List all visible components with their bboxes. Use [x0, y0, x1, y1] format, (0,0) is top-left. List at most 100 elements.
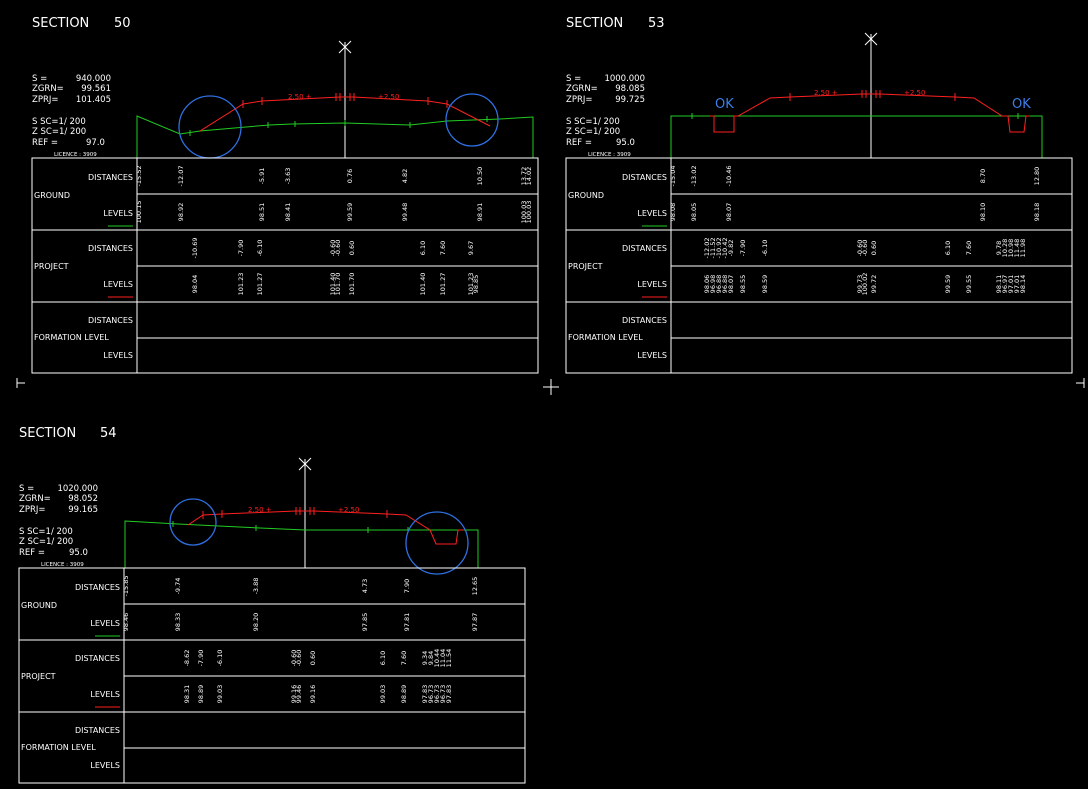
project-level-value: 101.27 — [256, 273, 264, 296]
s-label: S = — [19, 484, 34, 494]
project-levels-values: 98.0696.9896.8896.8898.07 98.55 98.59 99.73… — [703, 273, 1027, 296]
licence-text: LICENCE : 3909 — [41, 562, 84, 568]
project-level-value: 98.31 — [183, 685, 191, 704]
markup-circle-left — [178, 95, 242, 159]
row-label-formation-distances: DISTANCES — [75, 726, 120, 735]
ground-distance-value: 12.80 — [1033, 167, 1041, 186]
licence-text: LICENCE : 3909 — [54, 152, 97, 158]
group-label-project: PROJECT — [21, 672, 56, 681]
project-level-value: 99.03 — [379, 685, 387, 704]
ground-levels-values: 98.08 98.05 98.07 98.10 98.18 — [669, 203, 1041, 222]
project-line — [710, 93, 1030, 133]
section-info-block: S = 1000.000 ZGRN= 98.085 ZPRJ= 99.725 S… — [566, 74, 645, 158]
project-distance-value: 0.60 — [348, 241, 356, 255]
row-label-ground-levels: LEVELS — [90, 619, 120, 628]
ground-level-value: 100.15 — [135, 201, 143, 224]
group-label-formation: FORMATION LEVEL — [21, 743, 96, 752]
group-label-ground: GROUND — [34, 191, 70, 200]
ground-level-value: 99.48 — [401, 203, 409, 222]
ground-level-value: 98.91 — [476, 203, 484, 222]
row-label-ground-distances: DISTANCES — [622, 173, 667, 182]
slope-label-left: 2.50 + — [288, 93, 312, 101]
ground-distance-value: 12.65 — [471, 577, 479, 596]
project-level-value: 99.72 — [870, 275, 878, 294]
slope-label-right: +2.50 — [338, 506, 359, 514]
zgrn-value: 98.052 — [68, 494, 98, 504]
project-level-value: 98.14 — [1019, 275, 1027, 294]
project-distance-value: 7.60 — [965, 241, 973, 255]
zprj-value: 99.725 — [615, 95, 645, 105]
project-distance-value: 6.10 — [419, 241, 427, 255]
row-label-formation-levels: LEVELS — [90, 761, 120, 770]
slope-label-left: 2.50 + — [814, 89, 838, 97]
vertical-scale: Z SC=1/ 200 — [566, 127, 620, 137]
project-distance-value: -0.60 — [861, 240, 869, 257]
row-label-project-distances: DISTANCES — [75, 654, 120, 663]
zprj-label: ZPRJ= — [19, 505, 45, 515]
project-distance-value: 11.98 — [1019, 239, 1027, 258]
axis-marker — [338, 40, 352, 158]
project-level-value: 101.27 — [439, 273, 447, 296]
project-level-value: 101.70 — [348, 273, 356, 296]
zprj-label: ZPRJ= — [566, 95, 592, 105]
project-distance-value: -7.90 — [739, 240, 747, 257]
project-distance-value: -7.90 — [197, 650, 205, 667]
project-level-value: 99.59 — [944, 275, 952, 294]
data-table: DISTANCES GROUND LEVELS DISTANCES PROJEC… — [31, 157, 539, 374]
zgrn-label: ZGRN= — [32, 84, 64, 94]
project-level-value: 101.70 — [334, 273, 342, 296]
project-levels-values: 98.04 101.23 101.27 101.40101.70 101.70 101.4… — [191, 273, 480, 296]
zprj-value: 101.405 — [76, 95, 111, 105]
sheet-marks — [16, 378, 1085, 395]
project-level-value: 98.59 — [761, 275, 769, 294]
row-label-formation-levels: LEVELS — [637, 351, 667, 360]
row-label-project-levels: LEVELS — [637, 280, 667, 289]
project-distance-value: 6.10 — [379, 651, 387, 665]
ground-levels-values: 100.15 98.92 98.51 98.41 99.59 99.48 98.91 100.… — [135, 201, 533, 224]
project-distance-value: 6.10 — [944, 241, 952, 255]
ground-level-value: 98.20 — [252, 613, 260, 632]
zgrn-label: ZGRN= — [19, 494, 51, 504]
markup-circle-right — [405, 511, 469, 575]
ground-distance-value: -15.85 — [122, 576, 130, 597]
group-label-project: PROJECT — [34, 262, 69, 271]
project-distance-value: -0.60 — [295, 650, 303, 667]
ground-levels-values: 98.46 98.33 98.20 97.85 97.81 97.87 — [122, 613, 479, 632]
section-title-label: SECTION — [19, 426, 76, 441]
project-level-value: 101.23 — [237, 273, 245, 296]
section-info-block: S = 1020.000 ZGRN= 98.052 ZPRJ= 99.165 S… — [19, 484, 98, 568]
ground-ticks — [189, 116, 488, 136]
zprj-label: ZPRJ= — [32, 95, 58, 105]
s-value: 1020.000 — [57, 484, 98, 494]
ground-distance-value: -13.02 — [690, 166, 698, 187]
row-label-formation-distances: DISTANCES — [622, 316, 667, 325]
section-info-block: S = 940.000 ZGRN= 99.561 ZPRJ= 101.405 S… — [32, 74, 111, 158]
project-level-value: 100.02 — [861, 273, 869, 296]
ref-label: REF = — [566, 138, 592, 148]
section-number: 53 — [648, 16, 665, 31]
s-value: 1000.000 — [604, 74, 645, 84]
section-number: 54 — [100, 426, 117, 441]
row-label-ground-distances: DISTANCES — [75, 583, 120, 592]
ground-distances-values: -15.04 -13.02 -10.46 8.70 12.80 — [669, 166, 1041, 187]
corner-mark-left — [16, 378, 25, 388]
zgrn-value: 98.085 — [615, 84, 645, 94]
horizontal-scale: S SC=1/ 200 — [19, 527, 73, 537]
row-label-ground-levels: LEVELS — [637, 209, 667, 218]
ground-level-value: 98.92 — [177, 203, 185, 222]
row-label-formation-levels: LEVELS — [103, 351, 133, 360]
section-title-label: SECTION — [566, 16, 623, 31]
project-level-value: 99.46 — [295, 685, 303, 704]
project-distance-value: -7.90 — [237, 240, 245, 257]
horizontal-scale: S SC=1/ 200 — [566, 117, 620, 127]
ok-marker-left: OK — [715, 97, 734, 112]
project-distance-value: -0.60 — [334, 240, 342, 257]
vertical-scale: Z SC=1/ 200 — [32, 127, 86, 137]
group-label-project: PROJECT — [568, 262, 603, 271]
project-level-value: 99.55 — [965, 275, 973, 294]
project-distance-value: 7.60 — [400, 651, 408, 665]
project-level-value: 98.04 — [191, 275, 199, 294]
ground-ticks — [172, 521, 409, 533]
project-level-value: 98.89 — [197, 685, 205, 704]
project-distance-value: 9.67 — [467, 241, 475, 255]
